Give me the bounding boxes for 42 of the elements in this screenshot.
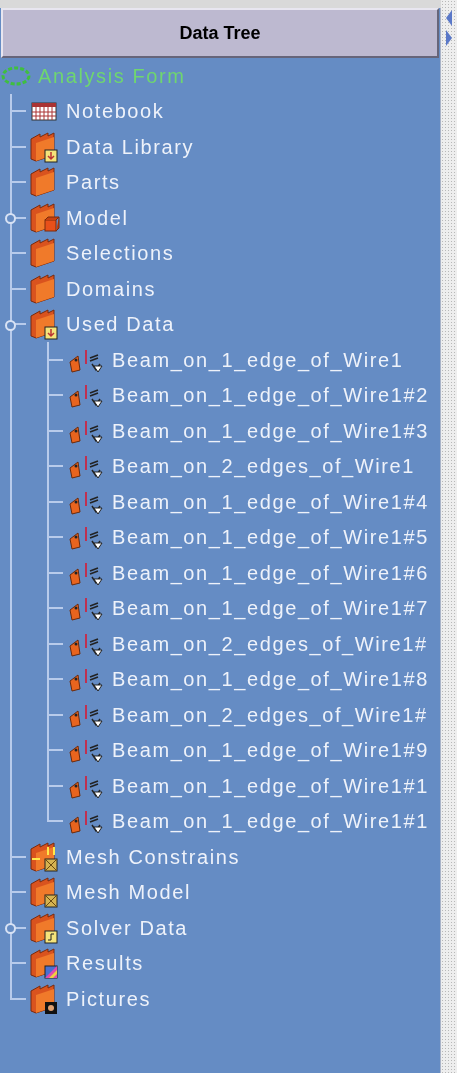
tree-item-label[interactable]: Beam_on_1_edge_of_Wire1#4 [112,491,429,512]
tree-item-label[interactable]: Beam_on_2_edges_of_Wire1# [112,704,428,725]
folder-badge-icon [28,947,60,980]
tree-item-label[interactable]: Selections [66,243,175,264]
tree-item-label[interactable]: Beam_on_1_edge_of_Wire1#1 [112,811,429,832]
tree-item-label[interactable]: Domains [66,278,157,299]
folder-badge-icon [28,201,60,234]
tree-item-label[interactable]: Used Data [66,314,175,335]
collapse-arrows-icon[interactable] [444,8,454,48]
tree-item-label[interactable]: Beam_on_1_edge_of_Wire1#3 [112,420,429,441]
folder-badge-icon [28,130,60,163]
tree-item-label[interactable]: Mesh Constrains [66,846,241,867]
tree-item-label[interactable]: Beam_on_1_edge_of_Wire1#2 [112,385,429,406]
expander-icon[interactable] [5,923,16,934]
tree-item-label[interactable]: Solver Data [66,917,189,938]
calendar-icon [28,99,60,124]
tree-item-label[interactable]: Beam_on_1_edge_of_Wire1#7 [112,598,429,619]
folder-badge-icon [28,840,60,873]
tree-item-label[interactable]: Beam_on_1_edge_of_Wire1#5 [112,527,429,548]
folder-badge-icon [28,876,60,909]
header-title: Data Tree [179,21,261,45]
tree-item-label[interactable]: Parts [66,172,121,193]
tree-item-label[interactable]: Beam_on_1_edge_of_Wire1#9 [112,740,429,761]
tree-item-label[interactable]: Notebook [66,101,165,122]
tree-item-label[interactable]: Beam_on_2_edges_of_Wire1# [112,633,428,654]
tree-item-label[interactable]: Beam_on_1_edge_of_Wire1#1 [112,775,429,796]
tree-item-label[interactable]: Mesh Model [66,882,191,903]
folder-badge-icon [28,982,60,1015]
splitter-bar[interactable] [441,0,457,1073]
folder-badge-icon [28,308,60,341]
tree-item-label[interactable]: Data Library [66,136,195,157]
expander-icon[interactable] [5,213,16,224]
expander-icon[interactable] [5,319,16,331]
tree-item-label[interactable]: Analysis Form [38,65,186,86]
tree-item-label[interactable]: Model [66,207,129,228]
tree-item-label[interactable]: Beam_on_2_edges_of_Wire1 [112,456,416,477]
tree-item-label[interactable]: Results [66,953,144,974]
tree-item-label[interactable]: Beam_on_1_edge_of_Wire1#8 [112,669,429,690]
folder-badge-icon [28,911,60,944]
tree-item-label[interactable]: Pictures [66,988,152,1009]
tree-item-label[interactable]: Beam_on_1_edge_of_Wire1 [112,349,404,370]
tree-item-label[interactable]: Beam_on_1_edge_of_Wire1#6 [112,562,429,583]
